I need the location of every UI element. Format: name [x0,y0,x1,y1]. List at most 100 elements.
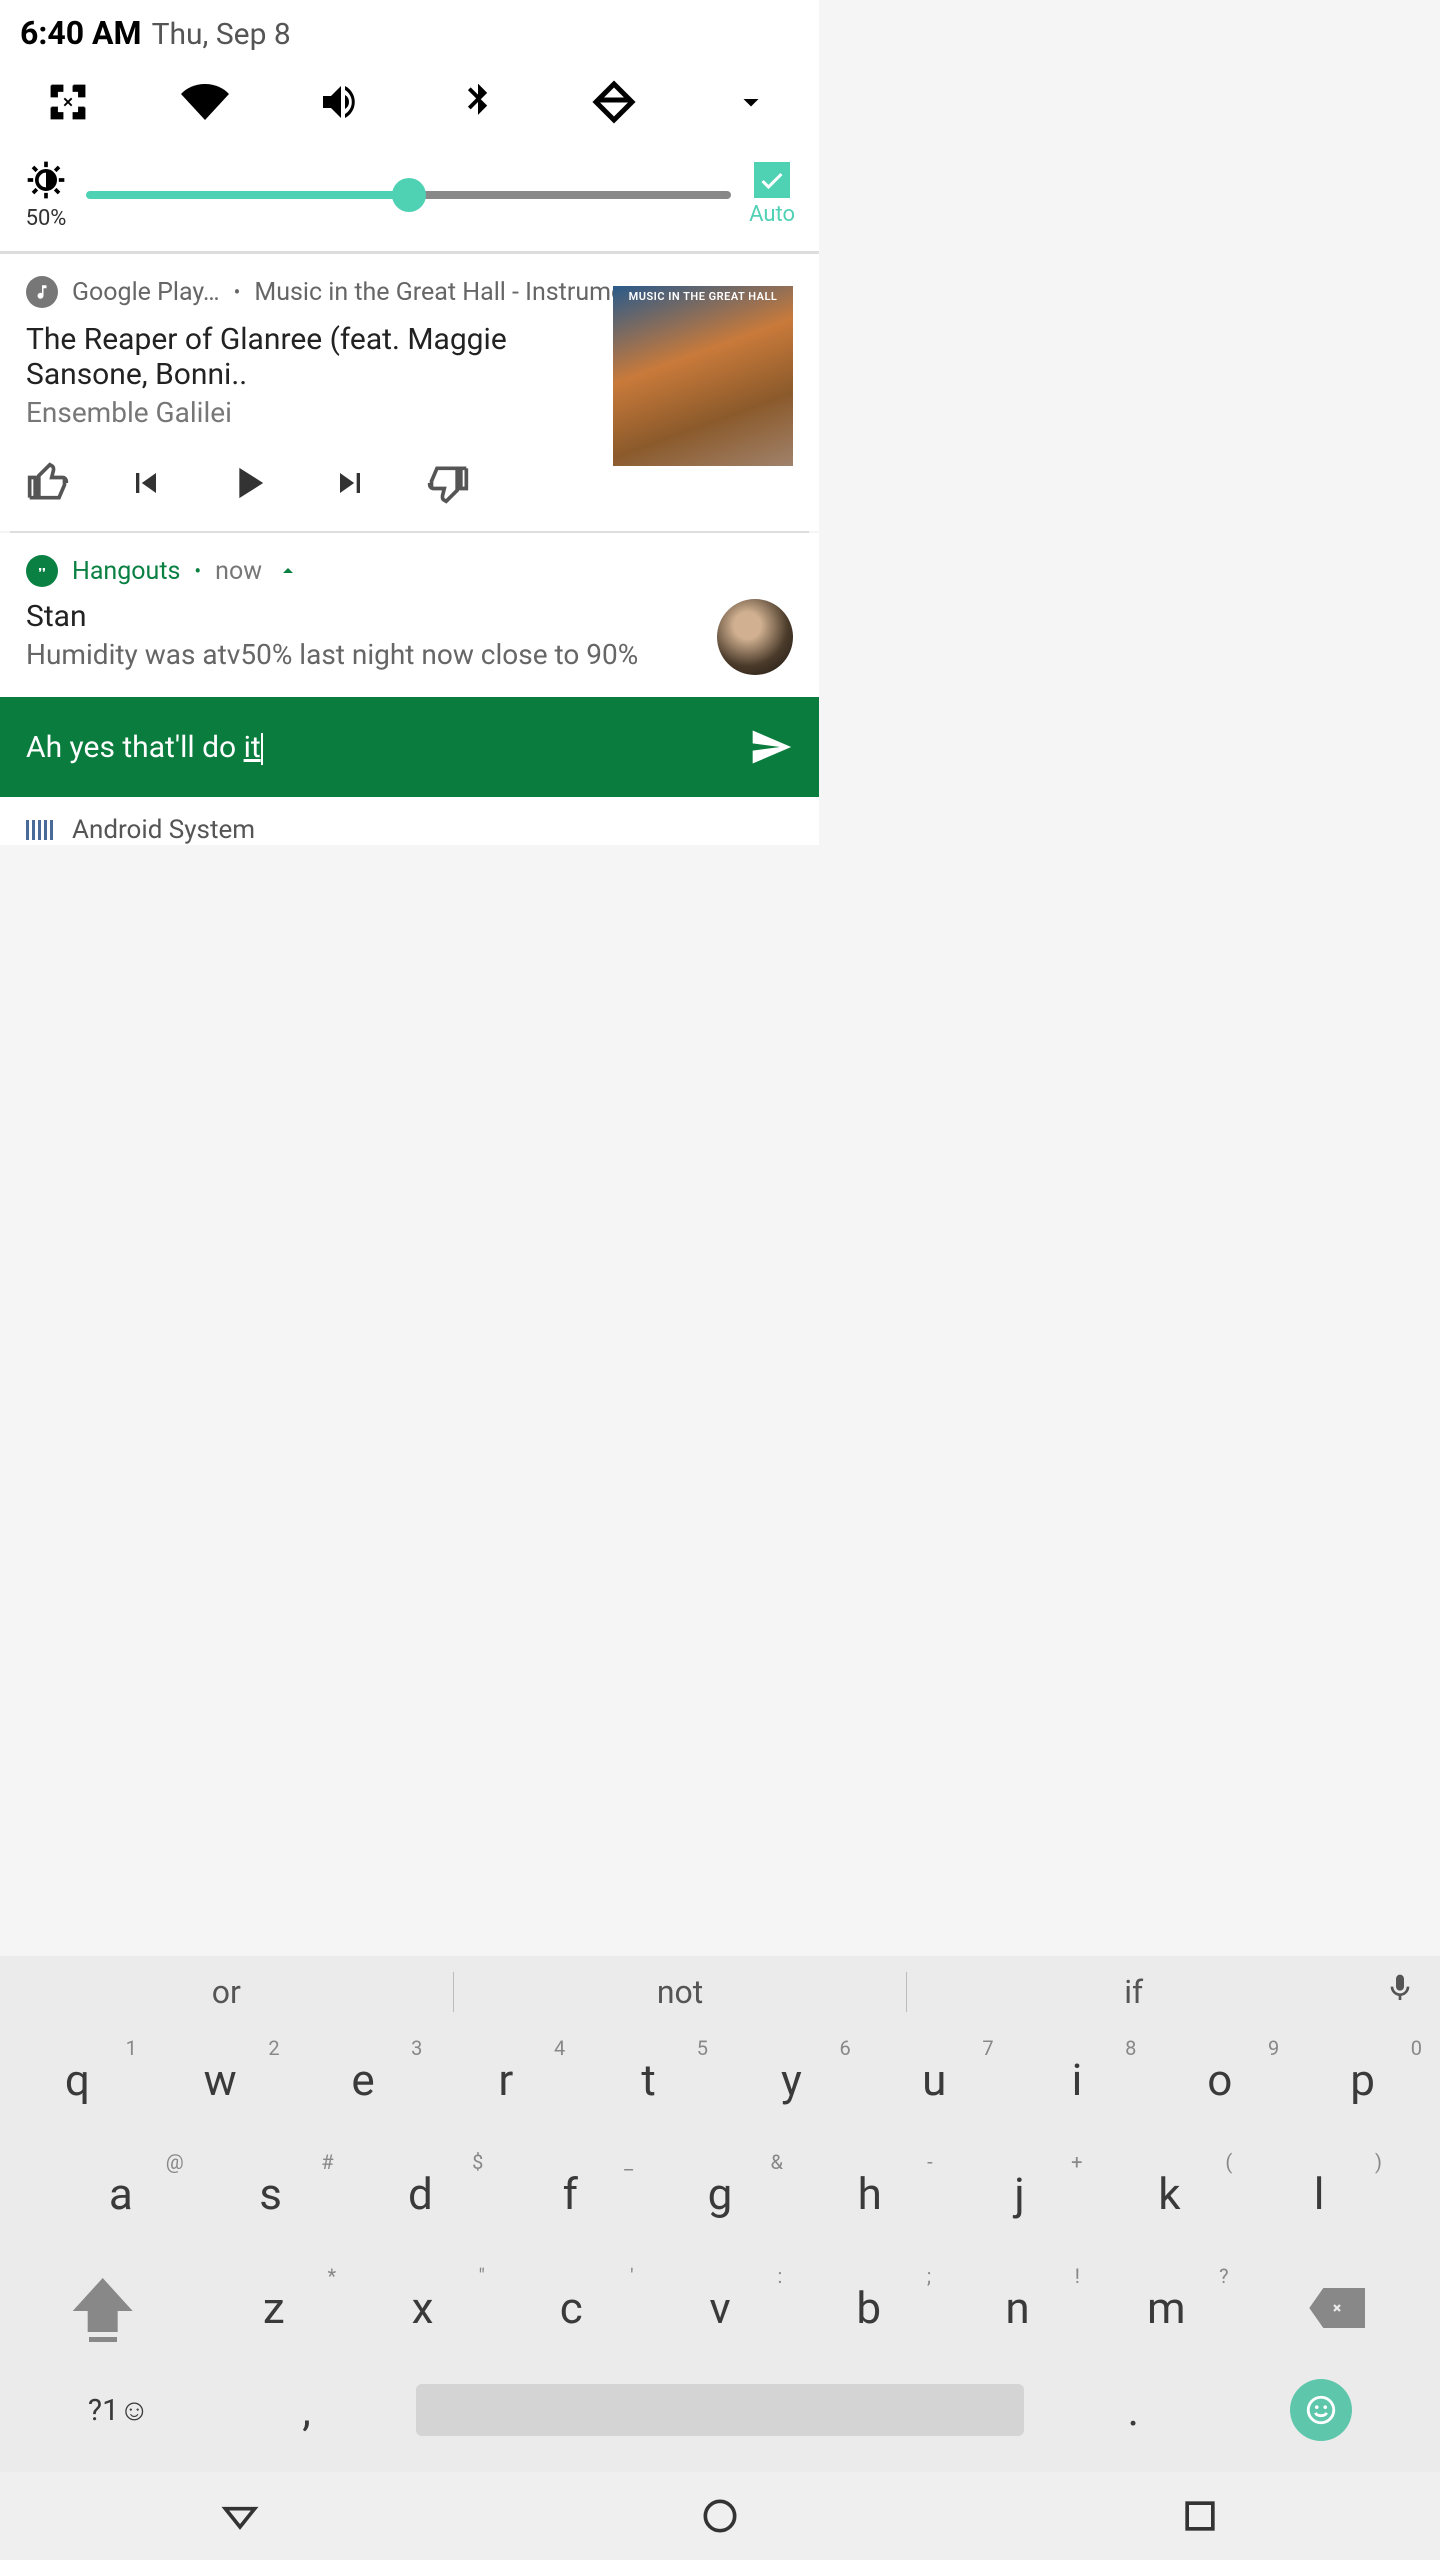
music-context: Music in the Great Hall - Instrumen… [254,278,654,307]
suggestion-row: or not if [0,1956,1440,2028]
key-n[interactable]: n! [943,2260,1092,2356]
thumbs-down-icon[interactable] [426,461,470,505]
key-z[interactable]: z* [199,2260,348,2356]
key-c[interactable]: c' [497,2260,646,2356]
system-label: Android System [72,815,255,845]
rotation-icon [590,78,638,126]
key-hint: 1 [126,2036,137,2060]
shift-underline [89,2337,117,2342]
key-w[interactable]: w2 [149,2032,292,2128]
key-hint: ; [927,2264,931,2288]
hangouts-time: now [215,557,262,586]
rotation-toggle[interactable] [586,74,642,130]
reply-bar[interactable]: Ah yes that'll do it [0,697,819,797]
home-button[interactable] [698,2494,742,2538]
key-o[interactable]: o9 [1148,2032,1291,2128]
brightness-slider[interactable] [86,191,731,199]
checkbox-checked-icon [754,162,790,198]
space-key[interactable] [382,2374,1058,2446]
send-button[interactable] [749,725,793,769]
previous-icon[interactable] [126,463,166,503]
thumbs-up-icon[interactable] [26,461,70,505]
key-hint: ! [1075,2264,1080,2288]
suggestion-1[interactable]: or [0,1973,453,2011]
key-p[interactable]: p0 [1291,2032,1434,2128]
hangouts-notification[interactable]: Hangouts • now Stan Humidity was atv50% … [0,533,819,697]
slider-thumb[interactable] [392,178,426,212]
chevron-up-icon[interactable] [276,559,300,583]
music-app-icon [26,276,58,308]
wifi-toggle[interactable] [177,74,233,130]
key-hint: * [328,2264,337,2288]
emoji-icon [1290,2379,1352,2441]
hangouts-app-icon [26,555,58,587]
key-u[interactable]: u7 [863,2032,1006,2128]
key-hint: 9 [1268,2036,1279,2060]
backspace-key[interactable] [1241,2260,1434,2356]
system-icon [26,820,56,840]
expand-toggle[interactable] [723,74,779,130]
brightness-percent: 50% [26,206,67,231]
next-icon[interactable] [330,463,370,503]
fullscreen-toggle[interactable] [40,74,96,130]
key-x[interactable]: x" [348,2260,497,2356]
recent-button[interactable] [1178,2494,1222,2538]
avatar [717,599,793,675]
key-m[interactable]: m? [1092,2260,1241,2356]
key-b[interactable]: b; [794,2260,943,2356]
brightness-icon [24,158,68,202]
key-hint: 5 [697,2036,708,2060]
key-j[interactable]: j+ [945,2146,1095,2242]
fullscreen-icon [46,80,90,124]
key-h[interactable]: h- [795,2146,945,2242]
key-a[interactable]: a@ [46,2146,196,2242]
key-k[interactable]: k( [1094,2146,1244,2242]
key-hint: & [770,2150,782,2174]
key-hint: ? [1219,2264,1228,2288]
text-cursor [261,733,263,765]
volume-toggle[interactable] [313,74,369,130]
shift-icon [73,2278,133,2338]
bluetooth-icon [456,80,500,124]
key-f[interactable]: f_ [495,2146,645,2242]
hangouts-app-label: Hangouts [72,557,180,586]
backspace-icon [1309,2288,1365,2328]
system-notification-peek[interactable]: Android System [0,797,819,845]
key-t[interactable]: t5 [577,2032,720,2128]
key-hint: + [1071,2150,1082,2174]
emoji-key[interactable] [1209,2374,1434,2446]
key-d[interactable]: d$ [346,2146,496,2242]
key-i[interactable]: i8 [1006,2032,1149,2128]
bluetooth-toggle[interactable] [450,74,506,130]
key-hint: 7 [982,2036,993,2060]
suggestion-3[interactable]: if [907,1973,1360,2011]
key-row-3: z*x"c'v:b;n!m? [6,2260,1434,2356]
key-g[interactable]: g& [645,2146,795,2242]
key-v[interactable]: v: [646,2260,795,2356]
shift-key[interactable] [6,2260,199,2356]
key-s[interactable]: s# [196,2146,346,2242]
key-l[interactable]: l) [1244,2146,1394,2242]
key-y[interactable]: y6 [720,2032,863,2128]
track-artist: Ensemble Galilei [26,396,595,429]
send-icon [749,725,793,769]
key-hint: _ [624,2150,633,2174]
music-app-label: Google Play… [72,278,220,307]
voice-input-button[interactable] [1360,1972,1440,2012]
back-button[interactable] [218,2494,262,2538]
key-q[interactable]: q1 [6,2032,149,2128]
mode-switch-key[interactable]: ?1☺ [6,2374,231,2446]
music-notification[interactable]: Google Play… • Music in the Great Hall -… [0,254,819,531]
suggestion-2[interactable]: not [454,1973,907,2011]
comma-key[interactable]: , [231,2374,381,2446]
key-hint: # [321,2150,333,2174]
auto-brightness[interactable]: Auto [749,162,795,227]
key-hint: 8 [1125,2036,1136,2060]
key-r[interactable]: r4 [434,2032,577,2128]
key-e[interactable]: e3 [292,2032,435,2128]
key-hint: ) [1375,2150,1382,2174]
key-hint: : [778,2264,783,2288]
reply-input[interactable]: Ah yes that'll do it [26,730,729,765]
play-icon[interactable] [222,457,274,509]
period-key[interactable]: . [1058,2374,1208,2446]
